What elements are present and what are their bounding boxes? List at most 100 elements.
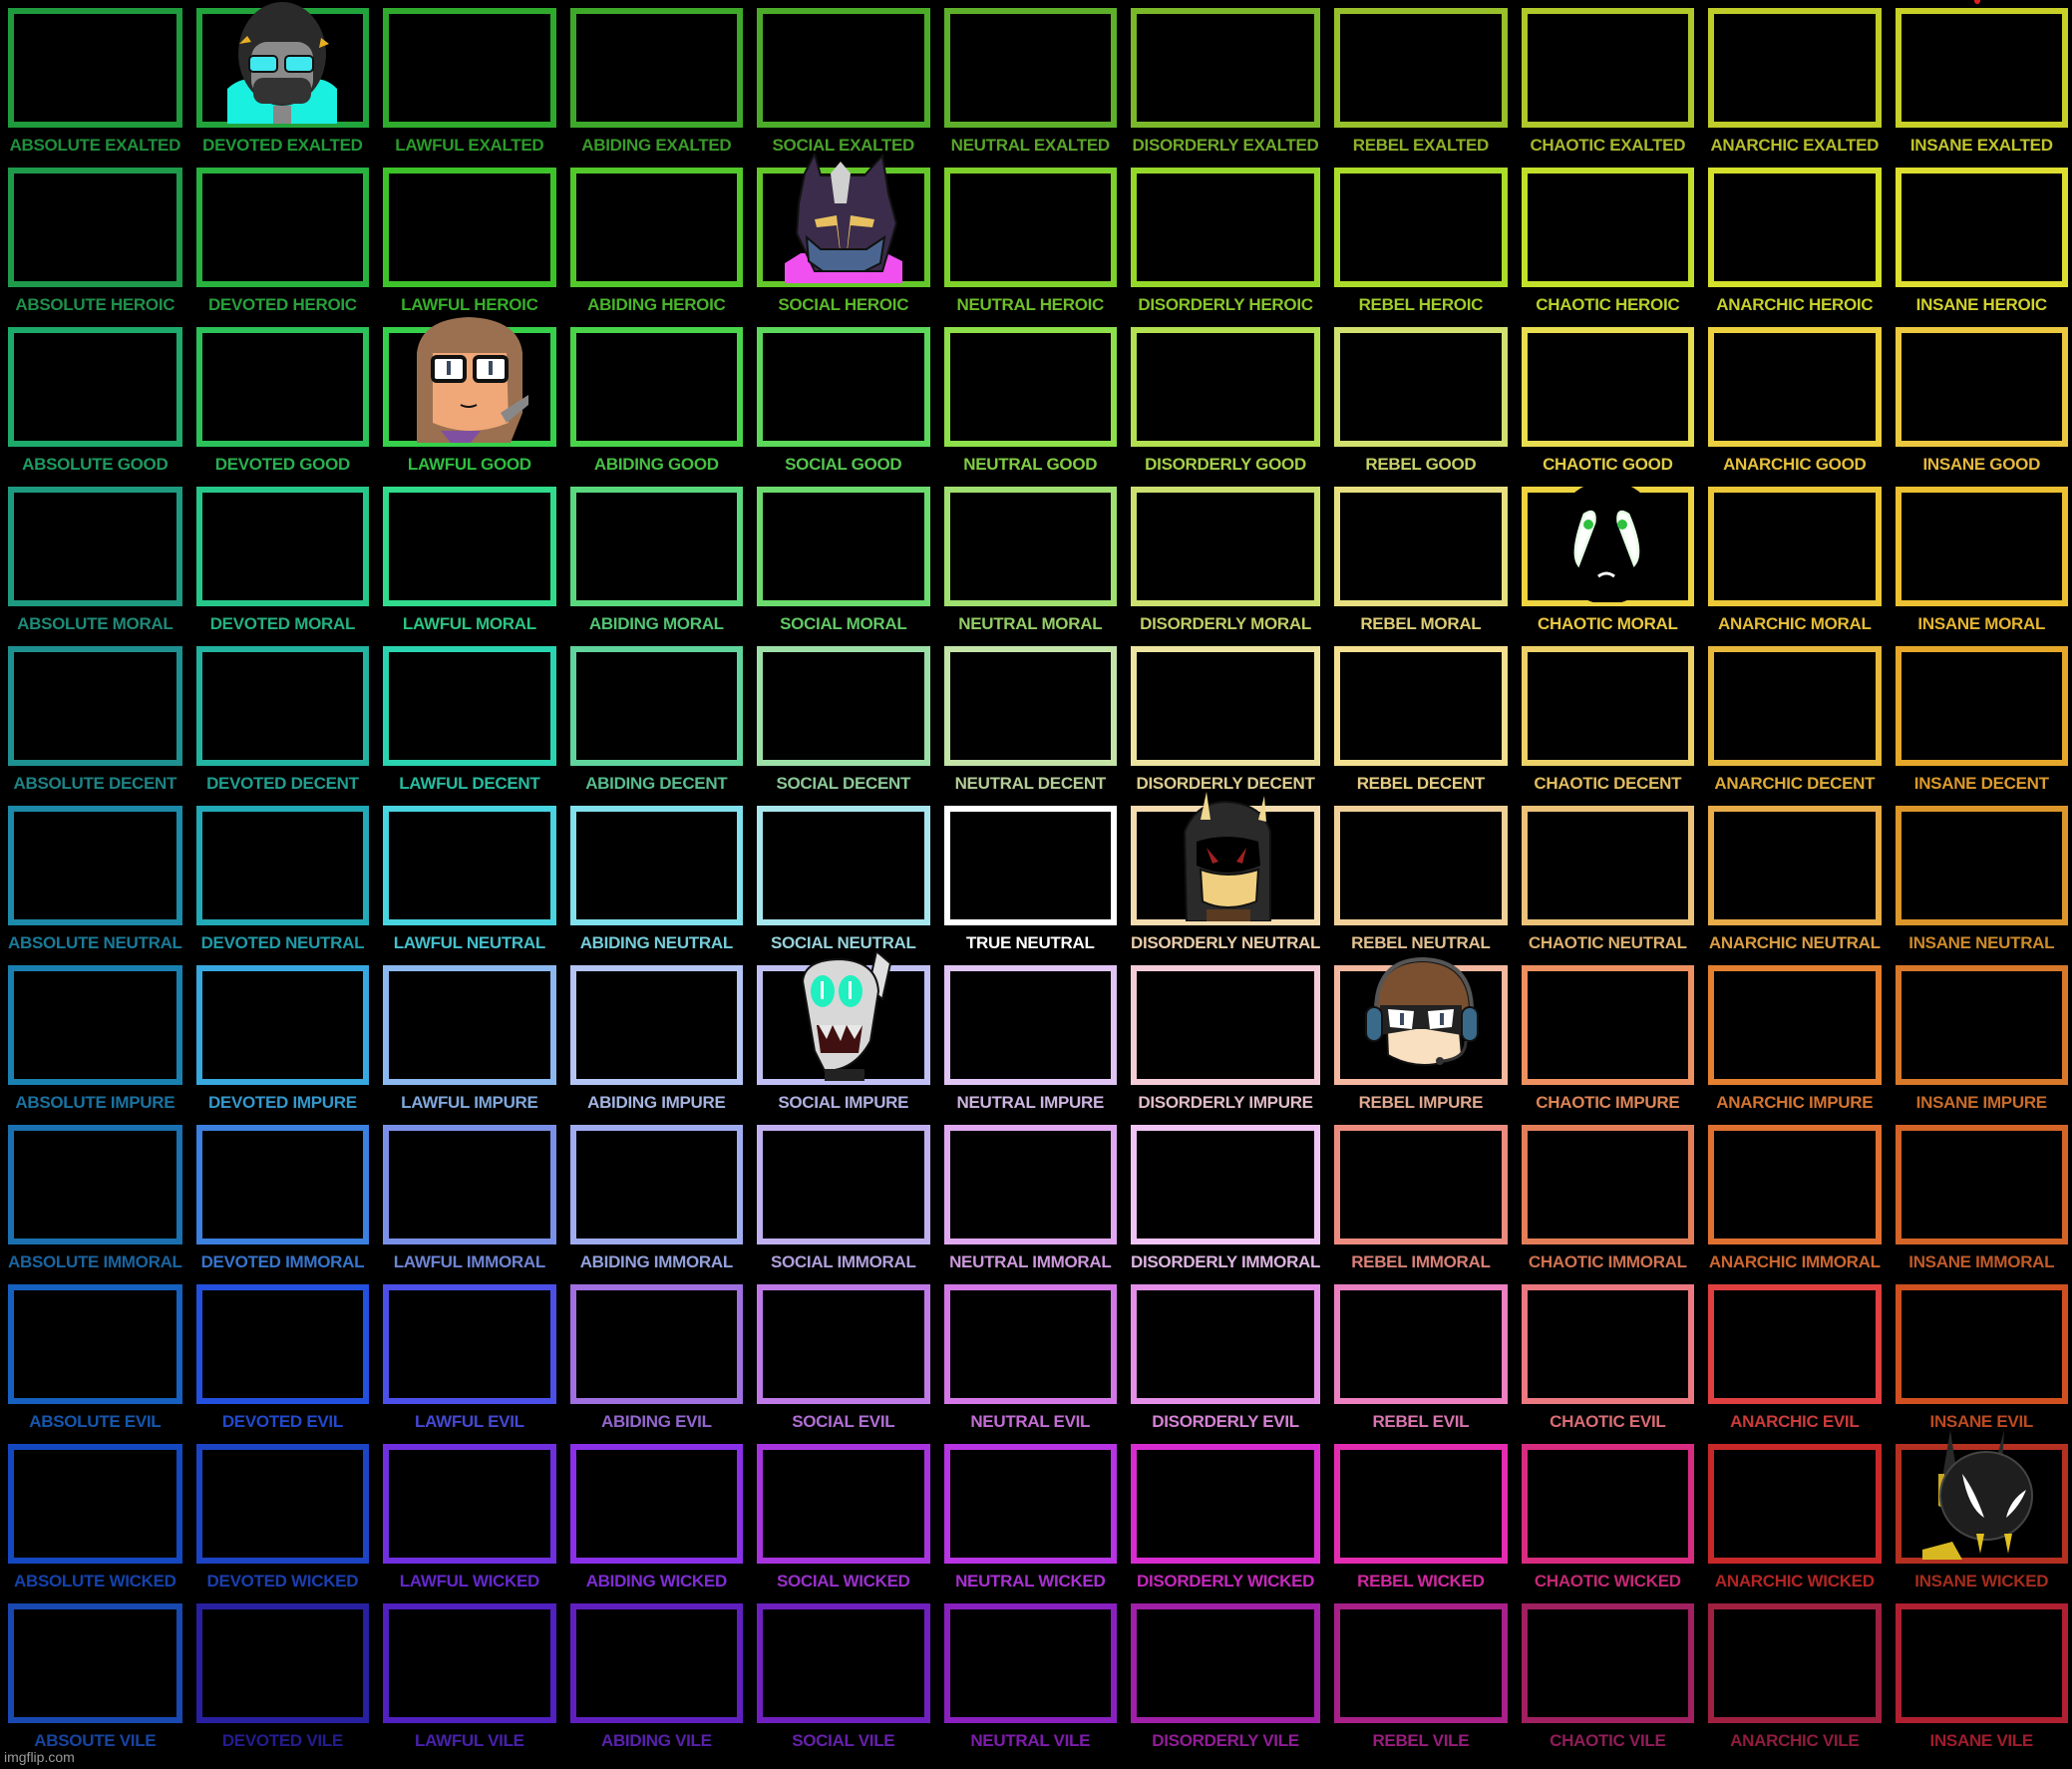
alignment-slot[interactable] [383, 1284, 556, 1404]
alignment-slot[interactable] [8, 1125, 182, 1244]
alignment-slot[interactable] [757, 1125, 930, 1244]
alignment-slot[interactable] [1130, 1284, 1321, 1404]
alignment-slot[interactable] [1334, 168, 1508, 287]
alignment-slot[interactable] [8, 327, 182, 447]
alignment-slot[interactable] [1130, 487, 1321, 606]
alignment-slot[interactable] [195, 1603, 370, 1723]
alignment-slot[interactable] [8, 168, 182, 287]
headset-goggles-boy-character-icon[interactable] [1362, 951, 1480, 1081]
alignment-slot[interactable] [383, 806, 556, 925]
alignment-slot[interactable] [943, 1125, 1117, 1244]
alignment-slot[interactable] [569, 1284, 744, 1404]
alignment-slot[interactable] [1130, 1603, 1321, 1723]
alignment-slot[interactable] [1130, 168, 1321, 287]
alignment-slot[interactable] [569, 1603, 744, 1723]
alignment-slot[interactable] [1334, 1444, 1508, 1564]
alignment-slot[interactable] [1334, 1603, 1508, 1723]
alignment-slot[interactable] [1895, 168, 2068, 287]
alignment-slot[interactable] [1708, 1125, 1882, 1244]
alignment-slot[interactable] [757, 1284, 930, 1404]
alignment-slot[interactable] [1708, 1284, 1882, 1404]
alignment-slot[interactable] [1708, 327, 1882, 447]
alignment-slot[interactable] [1521, 646, 1695, 766]
alignment-slot[interactable] [383, 1444, 556, 1564]
alignment-slot[interactable] [1521, 327, 1695, 447]
alignment-slot[interactable] [8, 8, 182, 128]
alignment-slot[interactable] [1334, 1284, 1508, 1404]
alignment-slot[interactable] [1130, 1444, 1321, 1564]
alignment-slot[interactable] [943, 965, 1117, 1085]
alignment-slot[interactable] [1334, 1125, 1508, 1244]
alignment-slot[interactable] [943, 168, 1117, 287]
alignment-slot[interactable] [569, 965, 744, 1085]
alignment-slot[interactable] [1708, 1603, 1882, 1723]
alignment-slot[interactable] [1521, 168, 1695, 287]
alignment-slot[interactable] [1130, 8, 1321, 128]
alignment-slot[interactable] [1895, 1125, 2068, 1244]
alignment-slot[interactable] [1708, 806, 1882, 925]
alignment-slot[interactable] [8, 646, 182, 766]
alignment-slot[interactable] [195, 1444, 370, 1564]
alignment-slot[interactable] [1708, 168, 1882, 287]
alignment-slot[interactable] [1521, 8, 1695, 128]
alignment-slot[interactable] [1521, 481, 1695, 606]
alignment-slot[interactable] [1895, 965, 2068, 1085]
alignment-slot[interactable] [383, 487, 556, 606]
alignment-slot[interactable] [1521, 1603, 1695, 1723]
alignment-slot[interactable] [383, 168, 556, 287]
alignment-slot[interactable] [757, 327, 930, 447]
skull-creature-glowing-eyes-character-icon[interactable] [785, 951, 902, 1081]
alignment-slot[interactable] [8, 487, 182, 606]
hooded-masked-character-cyan-goggles-icon[interactable] [223, 0, 341, 124]
alignment-slot[interactable] [569, 806, 744, 925]
alignment-slot[interactable] [1130, 646, 1321, 766]
alignment-slot[interactable] [757, 646, 930, 766]
alignment-slot[interactable] [195, 965, 370, 1085]
alignment-slot[interactable] [943, 1603, 1117, 1723]
alignment-slot[interactable] [757, 1603, 930, 1723]
alignment-slot[interactable] [383, 8, 556, 128]
alignment-slot[interactable] [1334, 8, 1508, 128]
alignment-slot[interactable] [1895, 1603, 2068, 1723]
alignment-slot[interactable] [195, 2, 370, 128]
alignment-slot[interactable] [383, 646, 556, 766]
alignment-slot[interactable] [1334, 956, 1508, 1085]
alignment-slot[interactable] [757, 8, 930, 128]
alignment-slot[interactable] [943, 1444, 1117, 1564]
alignment-slot[interactable] [1895, 1430, 2068, 1564]
alignment-slot[interactable] [383, 965, 556, 1085]
alignment-slot[interactable] [1130, 792, 1321, 925]
alignment-slot[interactable] [1521, 1284, 1695, 1404]
alignment-slot[interactable] [943, 487, 1117, 606]
alignment-slot[interactable] [1334, 806, 1508, 925]
alignment-slot[interactable] [1895, 806, 2068, 925]
alignment-slot[interactable] [1521, 965, 1695, 1085]
alignment-slot[interactable] [943, 1284, 1117, 1404]
alignment-slot[interactable] [943, 646, 1117, 766]
alignment-slot[interactable] [1895, 8, 2068, 128]
alignment-slot[interactable] [1895, 646, 2068, 766]
alignment-slot[interactable] [757, 1444, 930, 1564]
alignment-slot[interactable] [757, 487, 930, 606]
alignment-slot[interactable] [569, 327, 744, 447]
alignment-slot[interactable] [1895, 1284, 2068, 1404]
alignment-slot[interactable] [1521, 1444, 1695, 1564]
alignment-slot[interactable] [943, 327, 1117, 447]
alignment-slot[interactable] [1334, 487, 1508, 606]
alignment-slot[interactable] [195, 327, 370, 447]
alignment-slot[interactable] [757, 806, 930, 925]
alignment-slot[interactable] [195, 1284, 370, 1404]
alignment-slot[interactable] [195, 168, 370, 287]
alignment-slot[interactable] [1895, 327, 2068, 447]
alignment-slot[interactable] [943, 8, 1117, 128]
shadow-creature-green-eyes-character-icon[interactable] [1549, 473, 1666, 602]
purple-helmet-knight-character-icon[interactable] [784, 154, 902, 283]
brown-haired-girl-glasses-character-icon[interactable] [411, 313, 528, 443]
alignment-slot[interactable] [1521, 806, 1695, 925]
alignment-slot[interactable] [383, 1125, 556, 1244]
alignment-slot[interactable] [383, 1603, 556, 1723]
alignment-slot[interactable] [195, 487, 370, 606]
black-horned-creature-white-eyes-character-icon[interactable] [1922, 1430, 2040, 1560]
alignment-slot[interactable] [8, 1284, 182, 1404]
alignment-slot[interactable] [569, 8, 744, 128]
